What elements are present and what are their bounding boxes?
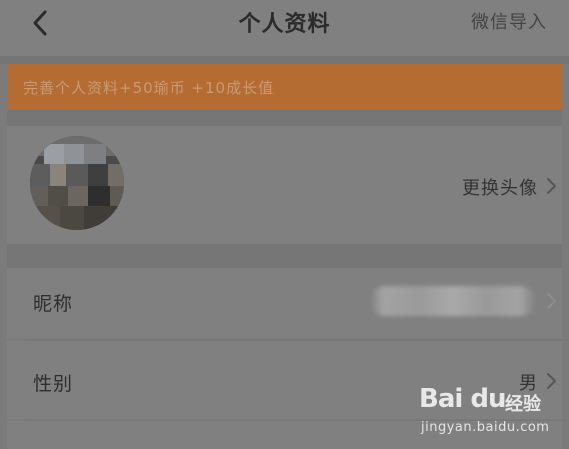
- watermark-url: jingyan.baidu.com: [421, 420, 550, 435]
- gender-label: 性别: [33, 373, 74, 395]
- section-gap: [7, 110, 562, 126]
- avatar[interactable]: [30, 136, 124, 230]
- change-avatar-label: 更换头像: [462, 178, 538, 199]
- nickname-label: 昵称: [33, 293, 74, 315]
- section-gap: [7, 244, 562, 268]
- chevron-right-icon: [547, 178, 556, 194]
- chevron-right-icon: [547, 293, 556, 309]
- watermark-brand: Bai du: [419, 384, 506, 414]
- avatar-row[interactable]: 更换头像: [7, 126, 562, 244]
- nickname-value: [370, 286, 536, 316]
- banner-text: 完善个人资料+50瑜币 +10成长值: [23, 79, 275, 97]
- wechat-import-button[interactable]: 微信导入: [471, 8, 547, 34]
- screen: 个人资料 微信导入 完善个人资料+50瑜币 +10成长值 更换头像 昵称 性别 …: [0, 0, 569, 449]
- baidu-jingyan-watermark: Bai du 经验 jingyan.baidu.com: [419, 384, 559, 440]
- top-nav-bar: 个人资料 微信导入: [0, 0, 569, 56]
- profile-reward-banner[interactable]: 完善个人资料+50瑜币 +10成长值: [7, 64, 562, 110]
- nickname-row[interactable]: 昵称: [7, 268, 562, 338]
- header-divider: [0, 56, 569, 64]
- watermark-suffix: 经验: [505, 394, 541, 415]
